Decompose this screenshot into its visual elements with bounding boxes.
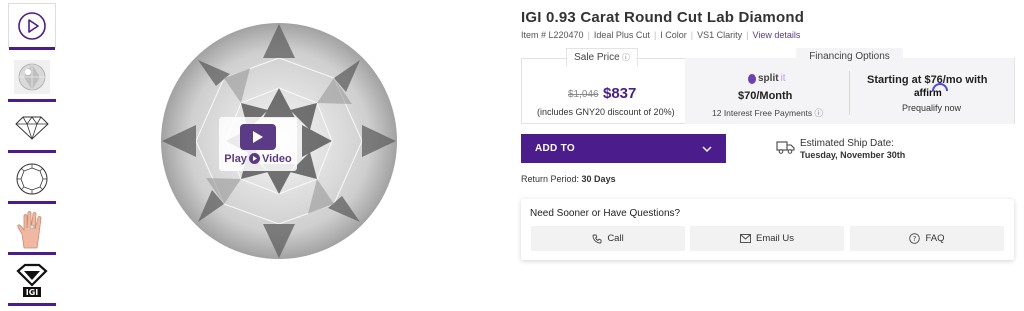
info-icon[interactable]: ⓘ <box>620 53 630 62</box>
product-meta: Item # L220470 | Ideal Plus Cut | I Colo… <box>521 30 800 40</box>
cut-grade: Ideal Plus Cut <box>593 30 650 40</box>
question-circle-icon: ? <box>909 233 921 244</box>
add-to-button[interactable]: ADD TO <box>521 134 726 163</box>
hand-icon <box>17 210 42 248</box>
item-number: Item # L220470 <box>521 30 584 40</box>
return-period: Return Period: 30 Days <box>521 174 616 184</box>
video-thumb[interactable] <box>8 3 56 50</box>
call-button[interactable]: Call <box>531 226 685 251</box>
color-grade: I Color <box>660 30 687 40</box>
play-label: Play <box>224 152 247 165</box>
splitit-logo: split it <box>748 73 786 84</box>
truck-icon <box>776 141 795 154</box>
financing-options-tab: Financing Options <box>796 48 903 66</box>
faq-button[interactable]: ? FAQ <box>850 226 1004 251</box>
phone-icon <box>592 234 602 243</box>
return-period-value: 30 Days <box>581 174 616 184</box>
play-video-label: Play Video <box>224 153 291 165</box>
splitit-suffix: it <box>780 73 786 84</box>
video-label: Video <box>261 152 292 165</box>
diamond-photo-thumb[interactable] <box>8 54 56 102</box>
diamond-side-thumb[interactable] <box>8 105 56 153</box>
original-price: $1,046 <box>568 89 599 100</box>
igi-icon: IGI <box>16 263 48 297</box>
return-period-label: Return Period: <box>521 174 580 184</box>
chevron-down-icon <box>702 146 712 152</box>
play-button[interactable] <box>240 123 276 150</box>
divider: | <box>587 30 590 40</box>
svg-text:?: ? <box>913 235 917 243</box>
ship-date-label: Estimated Ship Date: <box>800 138 894 149</box>
diamond-side-icon <box>15 115 49 140</box>
add-to-label: ADD TO <box>535 143 575 154</box>
splitit-per-month: $70/Month <box>738 90 793 102</box>
email-label: Email Us <box>755 233 794 244</box>
play-circle-icon <box>18 11 46 40</box>
divider: | <box>746 30 749 40</box>
sale-price: $837 <box>603 85 637 102</box>
play-video-overlay[interactable]: Play Video <box>219 117 297 171</box>
info-icon[interactable]: ⓘ <box>812 108 824 118</box>
discount-note: (includes GNY20 discount of 20%) <box>537 107 675 117</box>
thumbnail-strip: IGI <box>8 3 56 309</box>
affirm-logo: affirm <box>914 83 948 99</box>
diamond-top-icon <box>16 163 48 194</box>
diamond-top-thumb[interactable] <box>8 156 56 204</box>
sale-price-tab: Sale Price ⓘ <box>566 48 638 66</box>
help-title: Need Sooner or Have Questions? <box>530 208 681 219</box>
clarity-grade: VS1 Clarity <box>697 30 743 40</box>
prequalify-link[interactable]: Prequalify now <box>902 103 961 113</box>
envelope-icon <box>740 234 751 243</box>
product-title: IGI 0.93 Carat Round Cut Lab Diamond <box>521 9 805 26</box>
play-icon <box>253 130 263 143</box>
faq-label: FAQ <box>925 233 945 244</box>
ship-date-value: Tuesday, November 30th <box>800 150 906 160</box>
igi-cert-thumb[interactable]: IGI <box>8 258 56 306</box>
divider: | <box>653 30 657 40</box>
email-button[interactable]: Email Us <box>690 226 844 251</box>
sale-price-label: Sale Price <box>574 52 620 63</box>
splitit-mark-icon <box>748 73 756 84</box>
view-details-link[interactable]: View details <box>753 30 801 40</box>
play-small-icon <box>248 153 260 164</box>
interest-note-text: 12 Interest Free Payments <box>712 108 813 118</box>
interest-note: 12 Interest Free Payments ⓘ <box>712 107 823 119</box>
svg-text:IGI: IGI <box>26 288 39 297</box>
affirm-start-text: Starting at $76/mo with <box>867 74 988 86</box>
splitit-brand: split <box>758 73 779 84</box>
hand-thumb[interactable] <box>8 207 56 255</box>
divider: | <box>690 30 694 40</box>
diamond-photo-icon <box>14 59 50 94</box>
call-label: Call <box>607 233 624 244</box>
financing-divider <box>849 71 850 115</box>
